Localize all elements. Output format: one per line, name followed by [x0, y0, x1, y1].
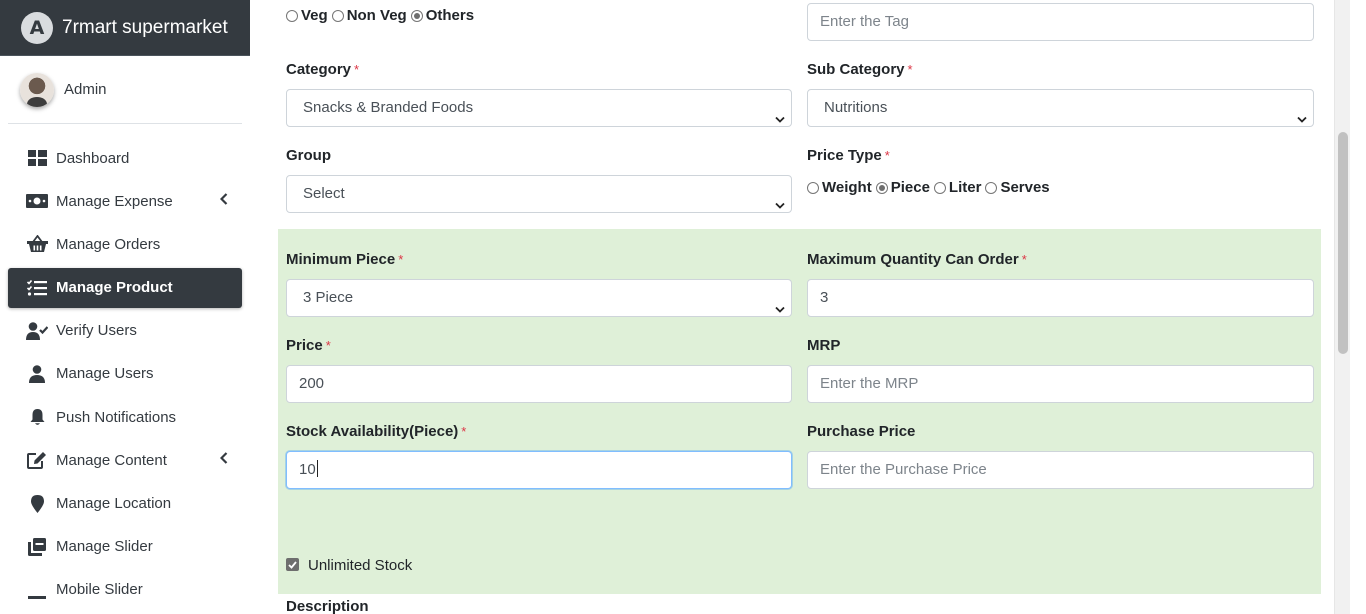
sidebar-item-manage-expense[interactable]: Manage Expense	[8, 181, 242, 221]
radio-veg[interactable]	[286, 9, 298, 22]
user-panel[interactable]: Admin	[8, 56, 242, 124]
user-icon	[26, 363, 48, 385]
clone-icon	[26, 536, 48, 558]
sidebar-item-label: Mobile Slider	[56, 581, 143, 599]
user-check-icon	[26, 320, 48, 342]
mrp-input[interactable]: Enter the MRP	[807, 365, 1314, 403]
sub-category-label: Sub Category *	[807, 61, 913, 78]
unlimited-stock-checkbox[interactable]	[286, 558, 299, 571]
map-marker-icon	[26, 493, 48, 515]
sidebar-item-manage-orders[interactable]: Manage Orders	[8, 224, 242, 264]
sidebar-item-manage-content[interactable]: Manage Content	[8, 440, 242, 480]
sidebar-item-dashboard[interactable]: Dashboard	[8, 138, 242, 178]
mrp-label: MRP	[807, 337, 841, 354]
sidebar-item-label: Manage Slider	[56, 538, 153, 556]
sidebar-nav: Dashboard Manage Expense Manage Orders M…	[0, 138, 250, 610]
sidebar-item-manage-slider[interactable]: Manage Slider	[8, 527, 242, 567]
unlimited-stock-label[interactable]: Unlimited Stock	[308, 557, 412, 574]
tag-input[interactable]: Enter the Tag	[807, 3, 1314, 41]
sub-category-select[interactable]: Nutritions	[807, 89, 1314, 127]
chevron-down-icon	[775, 102, 785, 138]
brand-link[interactable]: A 7rmart supermarket	[0, 0, 250, 56]
scrollbar-thumb[interactable]	[1338, 132, 1348, 354]
sidebar-item-label: Manage Content	[56, 451, 167, 469]
sidebar-item-label: Manage Orders	[56, 235, 161, 253]
price-label: Price *	[286, 337, 331, 354]
minimum-piece-label: Minimum Piece *	[286, 251, 404, 268]
sidebar-item-label: Manage Location	[56, 495, 172, 512]
dashboard-icon	[26, 147, 48, 169]
purchase-price-label: Purchase Price	[807, 423, 916, 440]
radio-liter[interactable]	[933, 181, 946, 194]
chevron-down-icon	[775, 292, 785, 328]
category-label: Category *	[286, 61, 360, 78]
main-content: Veg Non Veg Others Enter the Tag Categor…	[250, 0, 1350, 614]
check-icon	[288, 560, 297, 569]
sidebar-item-manage-location[interactable]: Manage Location	[8, 484, 242, 524]
user-name: Admin	[64, 81, 107, 98]
max-quantity-input[interactable]: 3	[807, 279, 1314, 317]
sidebar-item-manage-users[interactable]: Manage Users	[8, 354, 242, 394]
sidebar: A 7rmart supermarket Admin Dashboard Man…	[0, 0, 250, 614]
description-label: Description	[286, 598, 369, 614]
basket-icon	[26, 233, 48, 255]
max-quantity-label: Maximum Quantity Can Order *	[807, 251, 1027, 268]
sidebar-item-label: Verify Users	[56, 322, 137, 340]
sidebar-item-label: Manage Product	[56, 279, 173, 297]
radio-serves-label[interactable]: Serves	[1000, 179, 1049, 196]
radio-piece-label[interactable]: Piece	[891, 179, 930, 196]
avatar	[20, 72, 54, 107]
radio-non-veg[interactable]	[331, 9, 344, 22]
radio-others-label[interactable]: Others	[426, 7, 474, 24]
sidebar-item-label: Manage Expense	[56, 192, 173, 210]
food-type-radio-group: Veg Non Veg Others	[286, 7, 478, 24]
radio-piece[interactable]	[875, 181, 888, 194]
sidebar-item-verify-users[interactable]: Verify Users	[8, 311, 242, 351]
sidebar-item-mobile-slider[interactable]: Mobile Slider	[8, 570, 242, 610]
edit-icon	[26, 449, 48, 471]
page-scrollbar[interactable]	[1334, 0, 1350, 614]
chevron-left-icon	[219, 451, 228, 468]
group-label: Group	[286, 147, 331, 164]
price-input[interactable]: 200	[286, 365, 792, 403]
radio-others[interactable]	[410, 9, 423, 22]
brand-name: 7rmart supermarket	[62, 16, 228, 38]
money-icon	[26, 190, 48, 212]
minimum-piece-select[interactable]: 3 Piece	[286, 279, 792, 317]
text-cursor	[316, 460, 318, 477]
sidebar-item-label: Push Notifications	[56, 408, 177, 426]
chevron-down-icon	[1297, 102, 1307, 138]
radio-weight[interactable]	[807, 181, 819, 194]
stock-input[interactable]: 10	[286, 451, 792, 489]
radio-non-veg-label[interactable]: Non Veg	[347, 7, 407, 24]
sidebar-item-push-notifications[interactable]: Push Notifications	[8, 397, 242, 437]
brand-logo: A	[21, 11, 53, 44]
list-check-icon	[26, 277, 48, 299]
group-select[interactable]: Select	[286, 175, 792, 213]
stock-label: Stock Availability(Piece) *	[286, 423, 467, 440]
minus-icon	[26, 579, 48, 601]
radio-serves[interactable]	[985, 181, 998, 194]
sidebar-item-manage-product[interactable]: Manage Product	[8, 267, 242, 308]
price-type-label: Price Type *	[807, 147, 890, 164]
price-type-radio-group: Weight Piece Liter Serves	[807, 179, 1054, 196]
sidebar-item-label: Manage Users	[56, 365, 154, 383]
sidebar-item-label: Dashboard	[56, 149, 130, 167]
radio-veg-label[interactable]: Veg	[301, 7, 328, 24]
radio-weight-label[interactable]: Weight	[822, 179, 872, 196]
chevron-down-icon	[775, 188, 785, 224]
purchase-price-input[interactable]: Enter the Purchase Price	[807, 451, 1314, 489]
category-select[interactable]: Snacks & Branded Foods	[286, 89, 792, 127]
chevron-left-icon	[219, 192, 228, 209]
radio-liter-label[interactable]: Liter	[949, 179, 982, 196]
bell-icon	[26, 406, 48, 428]
